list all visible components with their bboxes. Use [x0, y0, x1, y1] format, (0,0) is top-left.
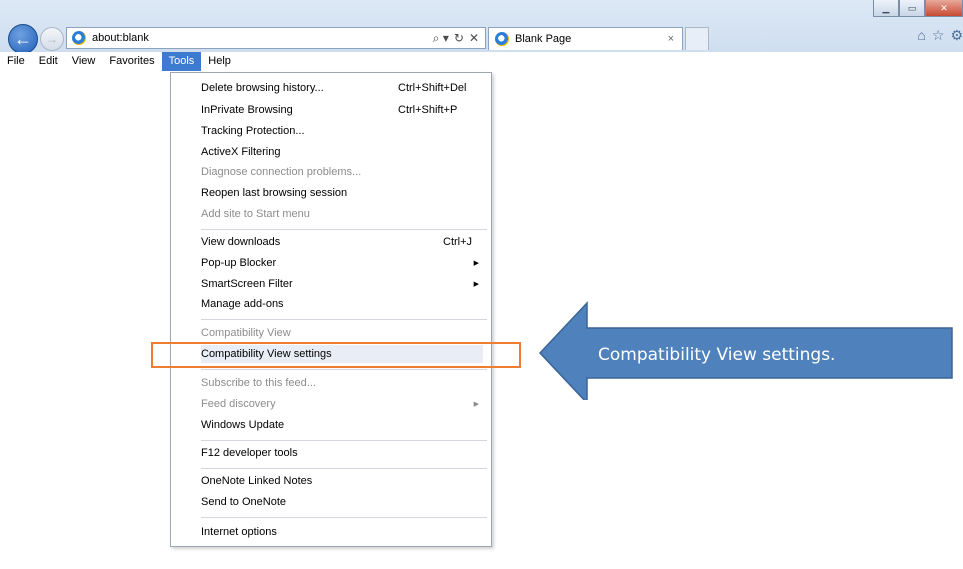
shortcut-label: Ctrl+Shift+Del	[398, 82, 467, 94]
menu-separator	[201, 319, 487, 320]
arrow-left-icon: ←	[14, 28, 32, 49]
submenu-arrow-icon: ▶	[473, 281, 479, 288]
menu-item-manage-addons[interactable]: Manage add-ons	[201, 295, 483, 313]
maximize-icon: ▭	[907, 2, 917, 13]
arrow-right-icon: →	[46, 32, 58, 46]
toolbar-icons: ⌂ ☆ ⚙	[917, 27, 963, 44]
tab-close-icon[interactable]: ×	[668, 33, 674, 45]
tab-title: Blank Page	[515, 33, 572, 45]
shortcut-label: Ctrl+J	[443, 236, 473, 248]
menu-item-activex-filtering[interactable]: ActiveX Filtering	[201, 143, 483, 161]
menu-separator	[201, 229, 487, 230]
menu-bar: File Edit View Favorites Tools Help	[0, 52, 963, 71]
search-dropdown-icon[interactable]: ⌕ ▾	[433, 31, 449, 46]
maximize-button[interactable]: ▭	[899, 0, 925, 17]
tab-blank-page[interactable]: Blank Page ×	[488, 27, 683, 50]
menu-item-subscribe-feed: Subscribe to this feed...	[201, 377, 316, 389]
menu-item-diagnose-connection: Diagnose connection problems...	[201, 166, 362, 178]
menu-item-add-site-start-menu: Add site to Start menu	[201, 208, 310, 220]
shortcut-label: Ctrl+Shift+P	[398, 104, 458, 116]
submenu-arrow-icon: ▶	[473, 260, 479, 267]
back-button[interactable]: ←	[8, 24, 38, 54]
menu-item-tracking-protection[interactable]: Tracking Protection...	[201, 122, 483, 140]
new-tab-button[interactable]	[685, 27, 709, 50]
ie-page-icon	[72, 31, 86, 45]
address-controls: ⌕ ▾ ↻ ✕	[433, 31, 479, 46]
menu-favorites[interactable]: Favorites	[102, 52, 161, 71]
star-icon[interactable]: ☆	[932, 27, 945, 44]
menu-item-feed-discovery: Feed discovery ▶	[201, 398, 479, 410]
minimize-button[interactable]: ▁	[873, 0, 899, 17]
highlight-box	[151, 342, 521, 368]
menu-tools[interactable]: Tools	[161, 52, 202, 71]
window-controls: ▁ ▭ ✕	[873, 0, 963, 18]
ie-tab-icon	[495, 32, 509, 46]
menu-file[interactable]: File	[0, 52, 32, 71]
home-icon[interactable]: ⌂	[917, 27, 925, 44]
gear-icon[interactable]: ⚙	[950, 27, 963, 44]
menu-item-popup-blocker[interactable]: Pop-up Blocker ▶	[201, 254, 483, 272]
menu-item-view-downloads[interactable]: View downloads Ctrl+J	[201, 233, 483, 251]
menu-item-f12-developer-tools[interactable]: F12 developer tools	[201, 444, 483, 462]
menu-help[interactable]: Help	[201, 52, 238, 71]
menu-separator	[201, 517, 487, 518]
menu-separator	[201, 440, 487, 441]
address-bar[interactable]: about:blank ⌕ ▾ ↻ ✕	[66, 27, 486, 49]
callout-label: Compatibility View settings.	[598, 345, 836, 365]
menu-item-reopen-last-session[interactable]: Reopen last browsing session	[201, 184, 483, 202]
menu-separator	[201, 369, 487, 370]
stop-icon[interactable]: ✕	[469, 31, 479, 46]
menu-item-delete-browsing-history[interactable]: Delete browsing history... Ctrl+Shift+Del	[201, 79, 483, 97]
address-input[interactable]: about:blank	[92, 32, 433, 44]
menu-edit[interactable]: Edit	[32, 52, 65, 71]
menu-item-onenote-linked-notes[interactable]: OneNote Linked Notes	[201, 472, 483, 490]
menu-separator	[201, 468, 487, 469]
forward-button[interactable]: →	[40, 27, 64, 51]
tools-dropdown-menu: Delete browsing history... Ctrl+Shift+Del…	[170, 72, 492, 547]
menu-item-smartscreen-filter[interactable]: SmartScreen Filter ▶	[201, 275, 483, 293]
menu-view[interactable]: View	[65, 52, 103, 71]
browser-title-bar: ▁ ▭ ✕ ← → about:blank ⌕ ▾ ↻ ✕ Blank Page…	[0, 0, 963, 54]
minimize-icon: ▁	[882, 2, 890, 13]
refresh-icon[interactable]: ↻	[454, 31, 464, 46]
menu-item-internet-options[interactable]: Internet options	[201, 523, 483, 541]
close-window-button[interactable]: ✕	[925, 0, 963, 17]
menu-item-send-to-onenote[interactable]: Send to OneNote	[201, 493, 483, 511]
submenu-arrow-icon: ▶	[473, 401, 479, 408]
close-icon: ✕	[940, 2, 948, 13]
menu-item-windows-update[interactable]: Windows Update	[201, 416, 483, 434]
menu-item-inprivate-browsing[interactable]: InPrivate Browsing Ctrl+Shift+P	[201, 101, 483, 119]
menu-item-compatibility-view: Compatibility View	[201, 327, 291, 339]
